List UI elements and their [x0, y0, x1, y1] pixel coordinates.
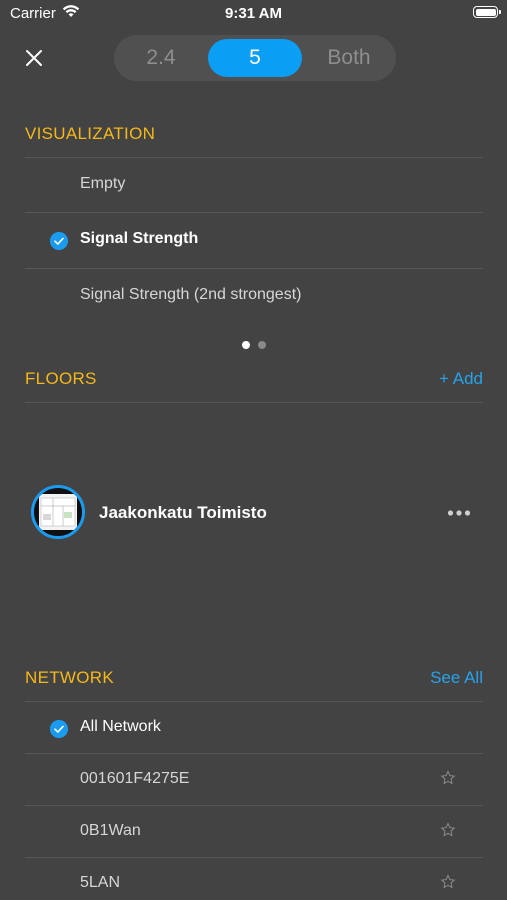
page-indicator	[0, 336, 507, 354]
divider	[25, 402, 483, 403]
divider	[25, 157, 483, 158]
divider	[25, 212, 483, 213]
option-label: Empty	[80, 175, 126, 192]
visualization-option-signal-strength-2nd[interactable]: Signal Strength (2nd strongest)	[25, 270, 483, 324]
visualization-option-empty[interactable]: Empty	[25, 159, 483, 213]
network-label: 001601F4275E	[80, 770, 190, 787]
band-option-both[interactable]: Both	[302, 35, 396, 81]
network-header: NETWORK See All	[25, 668, 483, 692]
network-item-all[interactable]: All Network	[25, 702, 483, 756]
add-floor-button[interactable]: + Add	[439, 369, 483, 389]
page-dot[interactable]	[257, 341, 266, 349]
floors-header: FLOORS + Add	[25, 369, 483, 393]
visualization-option-signal-strength[interactable]: Signal Strength	[25, 214, 483, 268]
floor-item[interactable]: Jaakonkatu Toimisto	[31, 485, 483, 543]
page-dot[interactable]	[241, 341, 250, 349]
floor-plan-image	[40, 497, 76, 527]
band-selector: 2.4 5 Both	[114, 35, 396, 81]
visualization-header: VISUALIZATION	[25, 124, 483, 148]
checkmark-circle-icon	[50, 720, 68, 738]
see-all-networks-button[interactable]: See All	[430, 668, 483, 688]
network-label: 5LAN	[80, 874, 121, 891]
star-outline-icon[interactable]	[440, 822, 456, 838]
network-label: All Network	[80, 718, 161, 735]
option-label: Signal Strength	[80, 230, 199, 247]
section-title: FLOORS	[25, 369, 97, 388]
checkmark-circle-icon	[50, 232, 68, 250]
option-label: Signal Strength (2nd strongest)	[80, 286, 302, 303]
network-item[interactable]: 001601F4275E	[25, 754, 483, 808]
star-outline-icon[interactable]	[440, 874, 456, 890]
floor-thumbnail	[31, 485, 85, 539]
network-item[interactable]: 5LAN	[25, 858, 483, 900]
battery-icon	[473, 6, 501, 18]
band-option-2-4[interactable]: 2.4	[114, 35, 208, 81]
clock: 9:31 AM	[225, 5, 282, 22]
band-option-5[interactable]: 5	[208, 39, 302, 77]
star-outline-icon[interactable]	[440, 770, 456, 786]
divider	[25, 268, 483, 269]
section-title: NETWORK	[25, 668, 114, 687]
ellipsis-icon[interactable]	[447, 509, 471, 517]
network-item[interactable]: 0B1Wan	[25, 806, 483, 860]
section-title: VISUALIZATION	[25, 124, 156, 143]
status-bar: Carrier 9:31 AM	[0, 0, 507, 28]
close-icon[interactable]	[22, 46, 46, 70]
floor-name: Jaakonkatu Toimisto	[99, 503, 267, 522]
network-label: 0B1Wan	[80, 822, 141, 839]
